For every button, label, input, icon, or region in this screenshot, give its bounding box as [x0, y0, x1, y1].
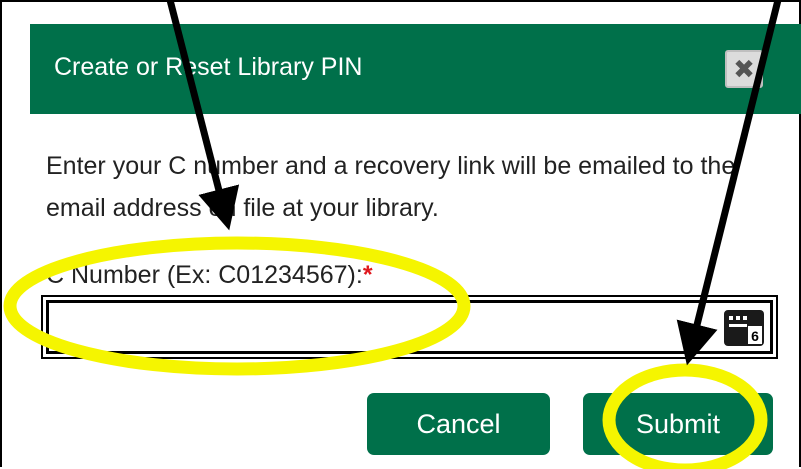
cnumber-label: C Number (Ex: C01234567):* [46, 258, 373, 292]
cnumber-input[interactable] [41, 295, 778, 359]
cnumber-label-text: C Number (Ex: C01234567): [46, 261, 363, 289]
dialog-header: Create or Reset Library PIN ✖ [30, 24, 801, 114]
submit-button[interactable]: Submit [583, 393, 773, 455]
required-mark: * [362, 261, 373, 289]
instructions-text: Enter your C number and a recovery link … [46, 152, 736, 222]
keypad-icon[interactable]: 6 [722, 308, 766, 348]
close-icon: ✖ [733, 53, 755, 84]
close-button[interactable]: ✖ [725, 50, 763, 88]
cancel-button[interactable]: Cancel [367, 393, 550, 455]
dialog-title: Create or Reset Library PIN [54, 53, 363, 81]
keypad-digit: 6 [751, 328, 759, 344]
